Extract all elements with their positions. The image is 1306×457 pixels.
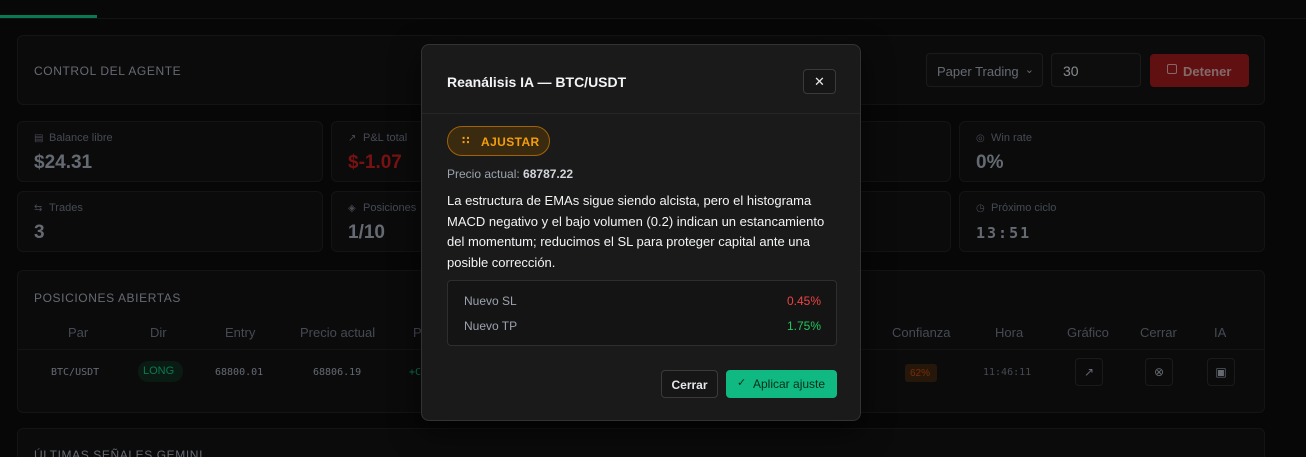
modal-divider	[422, 113, 860, 114]
analysis-description: La estructura de EMAs sigue siendo alcis…	[447, 193, 825, 270]
check-icon: ✓	[737, 377, 747, 389]
adjustment-summary: Nuevo SL 0.45% Nuevo TP 1.75%	[447, 280, 837, 346]
reanalysis-modal: Reanálisis IA — BTC/USDT ✕ ∷ AJUSTAR Pre…	[421, 44, 861, 421]
apply-adjustment-button[interactable]: ✓ Aplicar ajuste	[726, 370, 837, 398]
adjust-icon: ∷	[462, 135, 471, 147]
close-button[interactable]: ✕	[803, 69, 836, 94]
action-badge: ∷ AJUSTAR	[447, 126, 550, 156]
sl-value: 0.45%	[786, 294, 821, 308]
current-price: Precio actual: 68787.22	[447, 167, 573, 181]
apply-label: Aplicar ajuste	[753, 377, 826, 391]
cancel-button[interactable]: Cerrar	[661, 370, 718, 398]
current-price-label: Precio actual:	[447, 167, 520, 181]
modal-title: Reanálisis IA — BTC/USDT	[447, 74, 627, 90]
tp-label: Nuevo TP	[464, 319, 518, 333]
tp-value: 1.75%	[786, 319, 821, 333]
current-price-value: 68787.22	[523, 167, 574, 181]
action-badge-label: AJUSTAR	[481, 135, 540, 149]
close-icon: ✕	[814, 74, 825, 89]
sl-label: Nuevo SL	[464, 294, 517, 308]
